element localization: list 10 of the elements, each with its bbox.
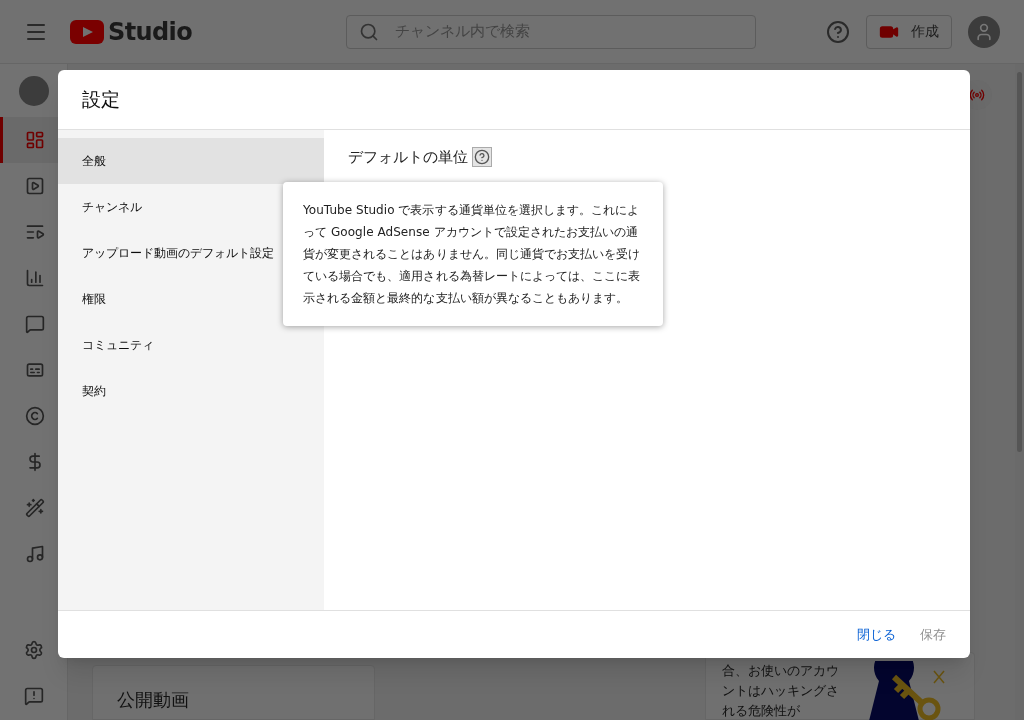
section-label: デフォルトの単位 [348, 147, 468, 168]
tooltip-text: YouTube Studio で表示する通貨単位を選択します。これによって Google AdSense アカウントで設定されたお支払いの通貨が変更されることはありません。同じ通貨でお支払いを受けている場合でも、適用される為替レートによっては、ここに表示される金額と最終的な支払い額が異なることもあります。 [303, 202, 642, 307]
nav-item[interactable]: 全般 [58, 138, 324, 184]
dialog-title: 設定 [82, 87, 120, 113]
logo-text: Studio [108, 16, 193, 48]
dialog-button[interactable]: 閉じる [857, 624, 896, 645]
card-text: 合、お使いのアカウントはハッキングされる危険性が [722, 662, 840, 719]
nav-item[interactable]: 契約 [58, 368, 324, 414]
card-title: 公開動画 [117, 689, 189, 710]
nav-item[interactable]: コミュニティ [58, 322, 324, 368]
